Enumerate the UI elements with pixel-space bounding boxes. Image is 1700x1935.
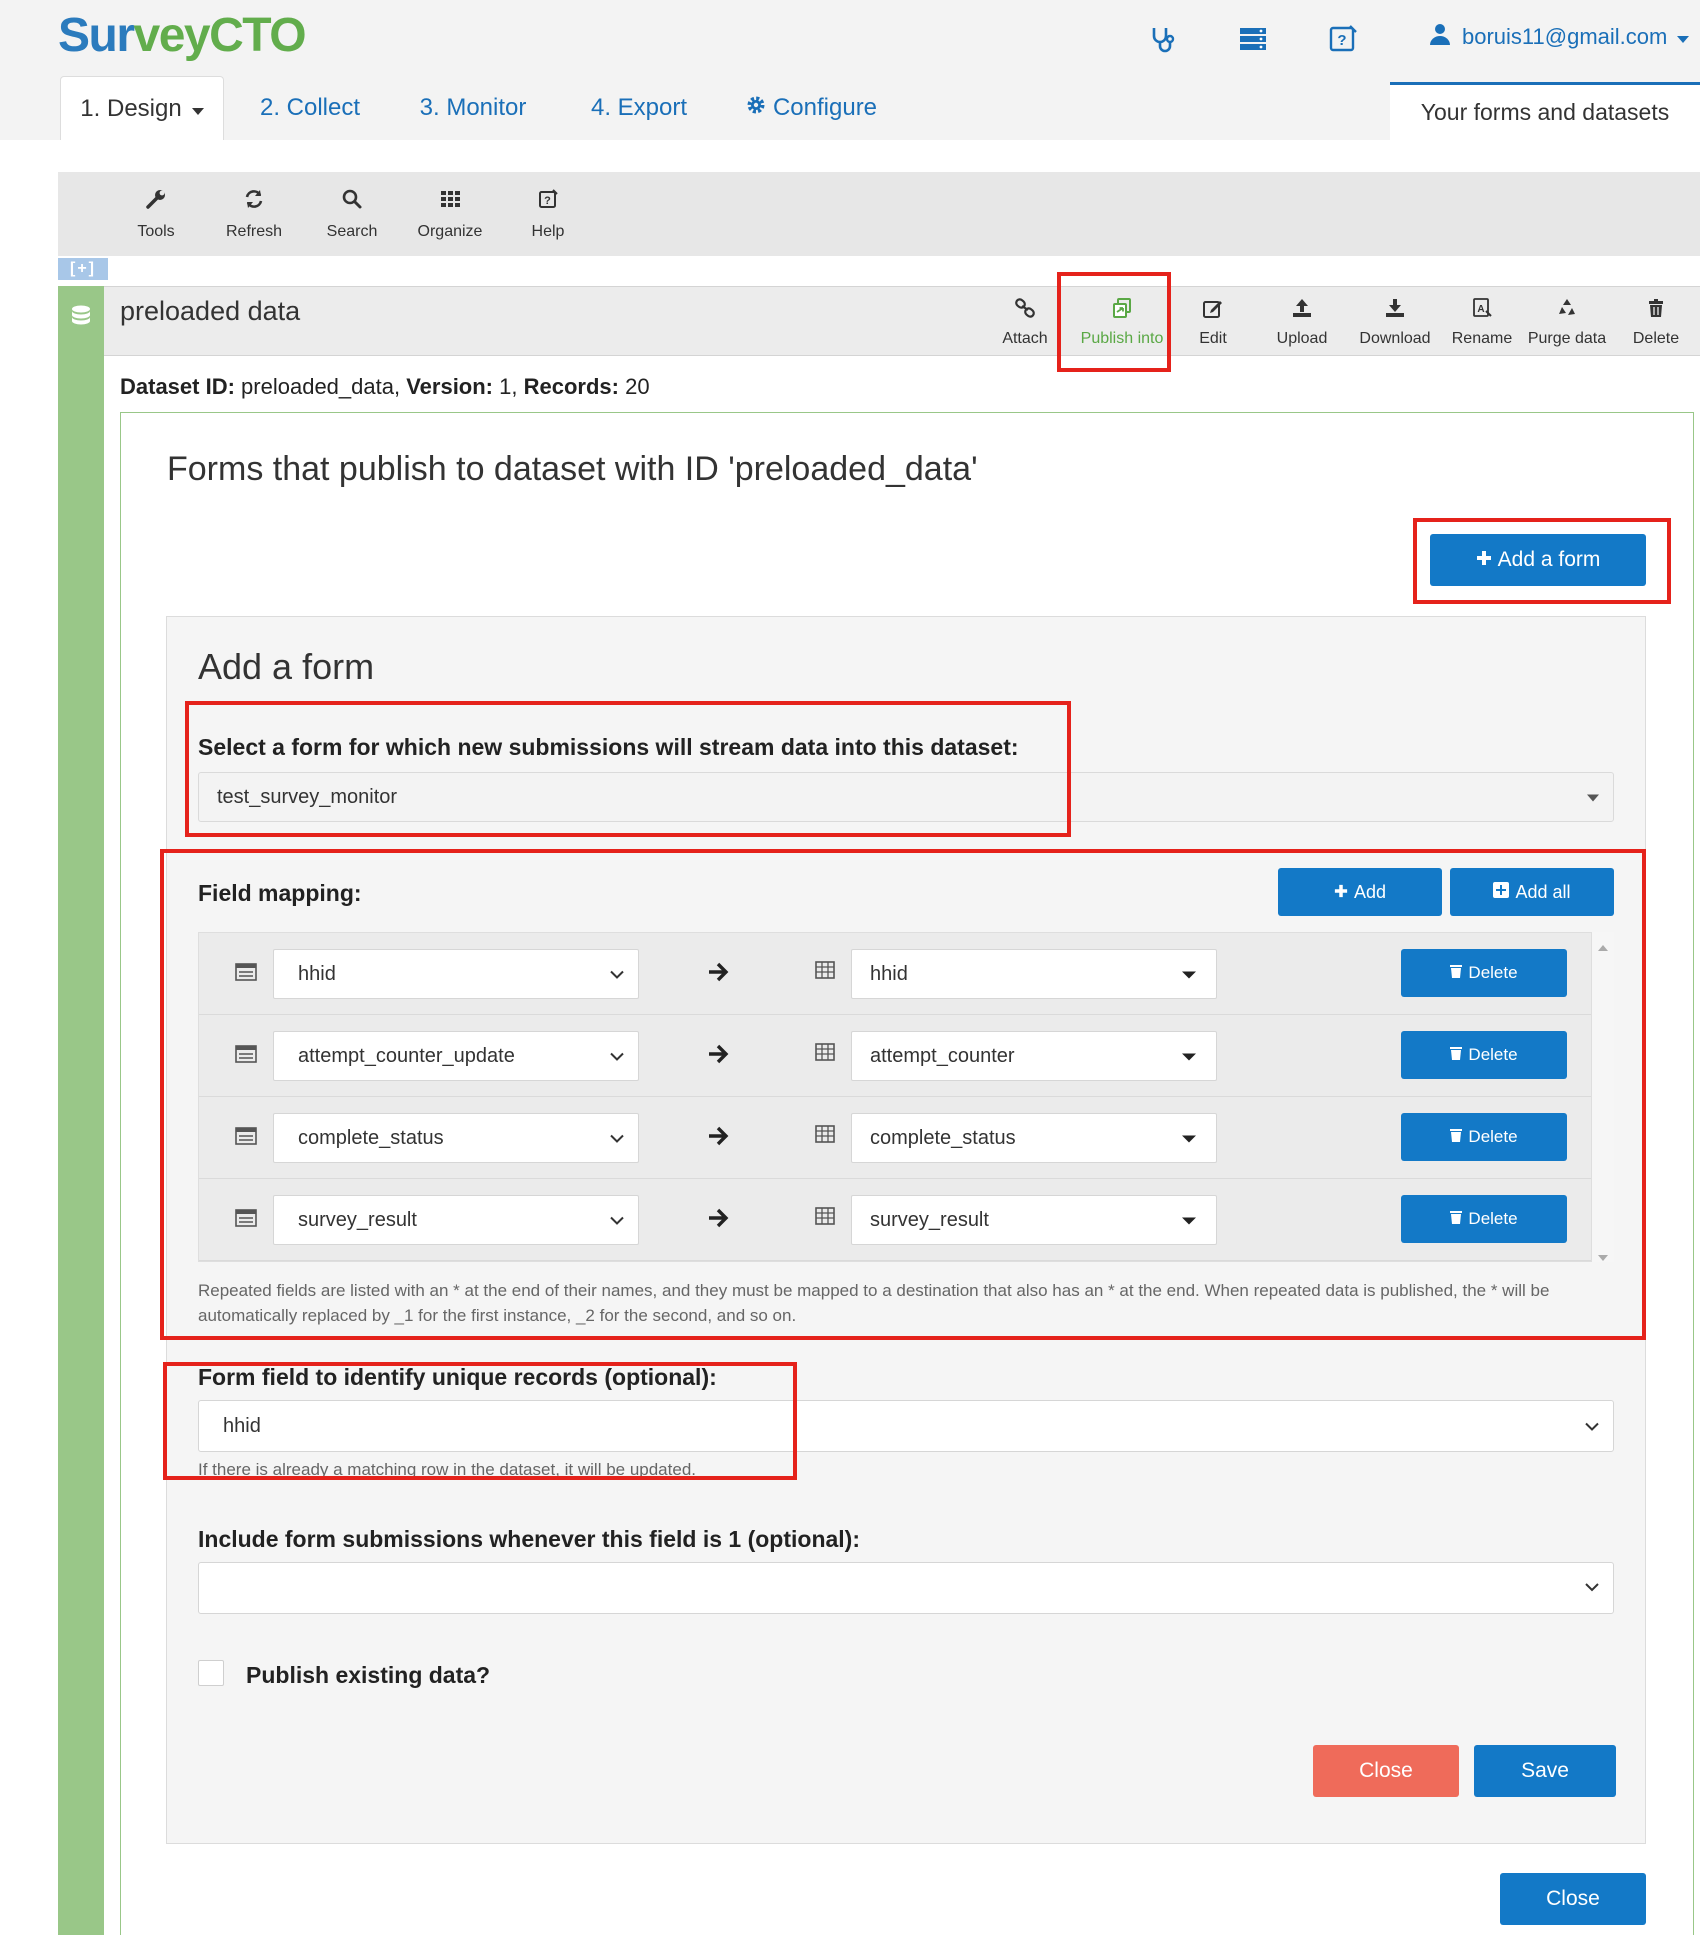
tab-export[interactable]: 4. Export <box>576 76 702 140</box>
download-button[interactable]: Download <box>1346 292 1444 352</box>
tab-export-label: 4. Export <box>590 94 688 121</box>
attach-button[interactable]: Attach <box>996 292 1054 352</box>
svg-text:A: A <box>1477 304 1484 315</box>
publish-existing-label: Publish existing data? <box>246 1662 491 1688</box>
dataset-meta: Dataset ID: preloaded_data, Version: 1, … <box>120 374 650 400</box>
panel-title: Forms that publish to dataset with ID 'p… <box>167 450 978 488</box>
dataset-records-value: 20 <box>625 374 650 399</box>
refresh-label: Refresh <box>225 222 283 240</box>
close-add-form-button[interactable]: Close <box>1313 1745 1459 1797</box>
wrench-icon <box>145 188 167 215</box>
toolbar: Tools Refresh Search Organize ? Help <box>58 172 1700 256</box>
expand-collapse-label: [+] <box>70 260 96 277</box>
rename-button[interactable]: A Rename <box>1446 292 1518 352</box>
upload-label: Upload <box>1276 329 1328 347</box>
logo-text-vey: vey <box>133 9 211 62</box>
annotation-select-form <box>185 701 1071 837</box>
user-menu[interactable]: boruis11@gmail.com <box>1428 22 1690 52</box>
download-label: Download <box>1359 329 1431 347</box>
annotation-add-a-form <box>1413 518 1671 604</box>
stethoscope-icon[interactable] <box>1146 22 1180 56</box>
search-button[interactable]: Search <box>306 172 398 256</box>
refresh-button[interactable]: Refresh <box>208 172 300 256</box>
edit-icon <box>1202 297 1224 324</box>
dataset-records-label: Records: <box>523 374 619 399</box>
tab-monitor-label: 3. Monitor <box>419 94 527 121</box>
tab-configure-label: Configure <box>772 94 878 121</box>
logo-text-sur: Sur <box>58 9 135 62</box>
tab-collect[interactable]: 2. Collect <box>246 76 374 140</box>
edit-label: Edit <box>1199 329 1227 347</box>
upload-icon <box>1291 297 1313 324</box>
user-icon <box>1428 22 1452 52</box>
download-icon <box>1384 297 1406 324</box>
close-panel-label: Close <box>1546 1887 1600 1910</box>
tools-label: Tools <box>137 222 175 240</box>
save-button[interactable]: Save <box>1474 1745 1616 1797</box>
edit-button[interactable]: Edit <box>1184 292 1242 352</box>
include-submissions-label: Include form submissions whenever this f… <box>198 1526 860 1552</box>
caret-down-icon <box>1587 786 1599 809</box>
surveycto-logo[interactable]: SurveyCTO <box>58 8 307 63</box>
close-add-form-label: Close <box>1359 1759 1413 1782</box>
help-button[interactable]: ? Help <box>502 172 594 256</box>
svg-text:?: ? <box>544 195 551 207</box>
tab-your-forms-label: Your forms and datasets <box>1420 99 1670 125</box>
svg-text:?: ? <box>1337 32 1346 49</box>
tab-your-forms-and-datasets[interactable]: Your forms and datasets <box>1390 82 1700 140</box>
search-icon <box>341 188 363 215</box>
rename-icon: A <box>1471 297 1493 324</box>
add-form-heading: Add a form <box>198 646 375 687</box>
close-panel-button[interactable]: Close <box>1500 1873 1646 1925</box>
user-email: boruis11@gmail.com <box>1462 24 1668 49</box>
tab-configure[interactable]: Configure <box>736 76 886 140</box>
tools-button[interactable]: Tools <box>110 172 202 256</box>
delete-dataset-button[interactable]: Delete <box>1624 292 1688 352</box>
help-label: Help <box>531 222 565 240</box>
dataset-version-value: 1, <box>499 374 518 399</box>
chevron-down-icon <box>1585 1579 1599 1597</box>
upload-button[interactable]: Upload <box>1262 292 1342 352</box>
dataset-version-label: Version: <box>406 374 494 399</box>
organize-label: Organize <box>417 222 483 240</box>
database-icon <box>70 304 92 333</box>
rename-label: Rename <box>1451 329 1513 347</box>
grid-icon <box>439 188 461 215</box>
dataset-id-value: preloaded_data, <box>241 374 401 399</box>
dataset-id-label: Dataset ID: <box>120 374 235 399</box>
purge-data-button[interactable]: Purge data <box>1522 292 1612 352</box>
annotation-field-mapping <box>160 849 1646 1340</box>
dataset-type-strip <box>58 286 104 1935</box>
gear-icon <box>745 94 767 123</box>
publish-existing-checkbox[interactable] <box>198 1660 224 1686</box>
link-icon <box>1014 297 1036 324</box>
search-label: Search <box>326 222 378 240</box>
tab-collect-label: 2. Collect <box>259 94 361 121</box>
caret-down-icon <box>1677 24 1690 50</box>
logo-text-cto: CTO <box>209 9 306 62</box>
help-edit-icon[interactable]: ? <box>1326 22 1360 56</box>
annotation-unique-records <box>163 1362 797 1480</box>
attach-label: Attach <box>1002 329 1048 347</box>
tab-design-label: 1. Design <box>80 94 182 122</box>
refresh-icon <box>243 188 265 215</box>
dataset-title[interactable]: preloaded data <box>120 296 300 327</box>
chevron-down-icon <box>1585 1415 1599 1438</box>
delete-label: Delete <box>1632 329 1680 347</box>
server-icon[interactable] <box>1236 22 1270 56</box>
annotation-publish-into <box>1057 272 1171 372</box>
save-label: Save <box>1521 1759 1569 1782</box>
caret-down-icon <box>191 95 204 123</box>
purge-data-label: Purge data <box>1527 329 1607 347</box>
recycle-icon <box>1556 297 1578 324</box>
tab-design[interactable]: 1. Design <box>60 76 224 140</box>
organize-button[interactable]: Organize <box>404 172 496 256</box>
trash-icon <box>1645 297 1667 324</box>
tab-monitor[interactable]: 3. Monitor <box>404 76 542 140</box>
include-submissions-select[interactable] <box>198 1562 1614 1614</box>
help-icon: ? <box>537 188 559 215</box>
expand-collapse-button[interactable]: [+] <box>58 258 108 280</box>
